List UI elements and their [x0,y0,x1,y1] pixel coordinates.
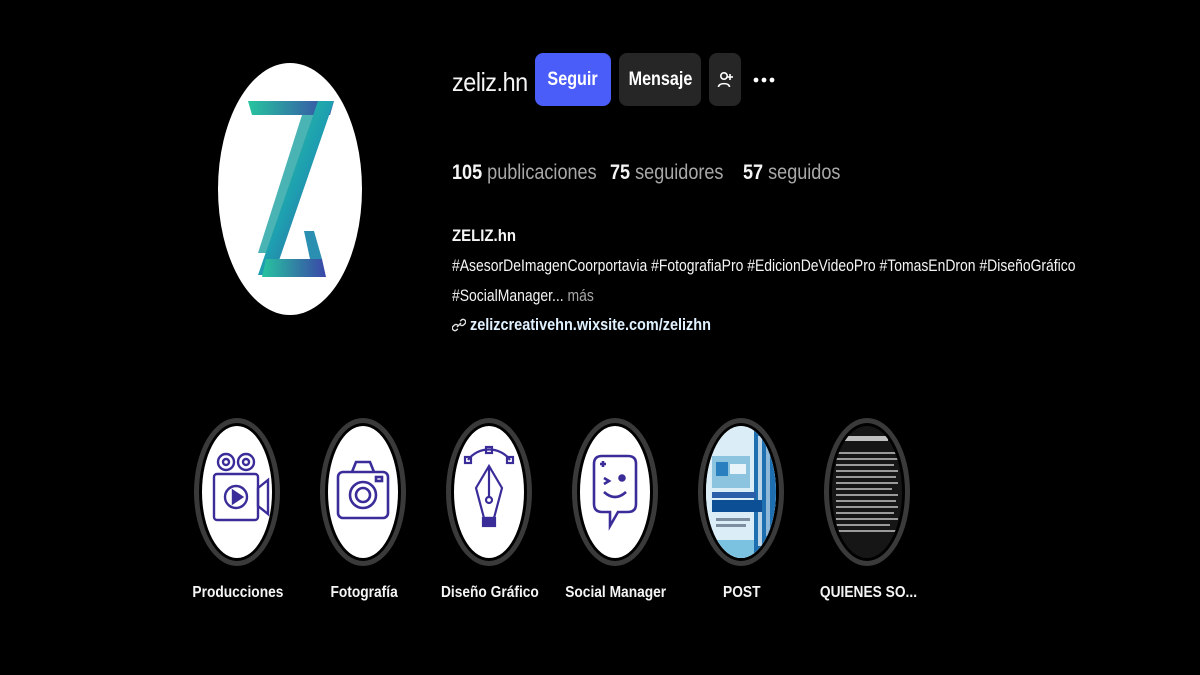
highlight-quienes-somos[interactable]: QUIENES SO... [808,418,928,618]
bio-text-line: #AsesorDeImagenCoorportavia #FotografiaP… [452,256,1076,275]
follow-button-label: Seguir [547,68,599,90]
bio-hashtag: #SocialManager... [452,286,564,305]
stat-followers-label: seguidores [635,161,724,184]
highlight-diseno-grafico[interactable]: Diseño Gráfico [430,418,550,618]
person-plus-icon [717,71,733,87]
bio-website-url: zelizcreativehn.wixsite.com/zelizhn [470,315,711,334]
highlight-ring [572,418,658,566]
highlight-cover [451,423,527,561]
highlight-cover [325,423,401,561]
highlight-label: Diseño Gráfico [441,584,539,601]
highlight-post[interactable]: POST [682,418,802,618]
highlight-fotografia[interactable]: Fotografía [304,418,424,618]
follow-button[interactable]: Seguir [535,53,611,106]
highlight-cover [703,423,779,561]
profile-username: zeliz.hn [452,67,528,97]
highlight-label: QUIENES SO... [819,584,917,601]
highlight-ring [698,418,784,566]
highlight-ring [194,418,280,566]
stat-followers-value: 75 [610,161,631,184]
about-us-text [832,426,902,558]
chat-smile-icon [592,454,638,531]
suggest-user-button[interactable] [709,53,741,106]
stat-posts-value: 105 [452,161,483,184]
highlight-ring [824,418,910,566]
bio-more-link[interactable]: más [567,286,593,305]
video-camera-icon [212,452,270,522]
stat-followers[interactable]: 75 seguidores [610,158,723,188]
zeliz-logo-icon [248,101,334,277]
highlight-social-manager[interactable]: Social Manager [556,418,676,618]
bio-website-link[interactable]: zelizcreativehn.wixsite.com/zelizhn [452,313,753,337]
highlight-producciones[interactable]: Producciones [178,418,298,618]
message-button[interactable]: Mensaje [619,53,701,106]
community-manager-post [706,426,776,558]
stat-posts[interactable]: 105 publicaciones [452,158,597,188]
link-icon [452,318,466,332]
message-button-label: Mensaje [628,68,692,90]
bio-text-line-2: #SocialManager... más [452,284,594,308]
photo-camera-icon [336,460,390,520]
more-options-button[interactable] [750,65,778,95]
bio-full-name: ZELIZ.hn [452,226,516,245]
profile-page: zeliz.hn Seguir Mensaje 105 publicacione… [0,0,1200,675]
highlight-cover [199,423,275,561]
highlight-ring [320,418,406,566]
profile-avatar[interactable] [218,63,362,315]
stat-following-label: seguidos [768,161,841,184]
stat-posts-label: publicaciones [487,161,597,184]
highlight-cover [829,423,905,561]
pen-tool-icon [463,445,515,528]
highlight-ring [446,418,532,566]
highlight-label: Producciones [192,584,284,601]
highlight-label: Social Manager [565,584,667,601]
highlight-cover [577,423,653,561]
highlight-label: POST [723,584,761,601]
more-horizontal-icon [753,77,775,83]
stat-following[interactable]: 57 seguidos [743,158,840,188]
stat-following-value: 57 [743,161,764,184]
highlight-label: Fotografía [330,584,398,601]
